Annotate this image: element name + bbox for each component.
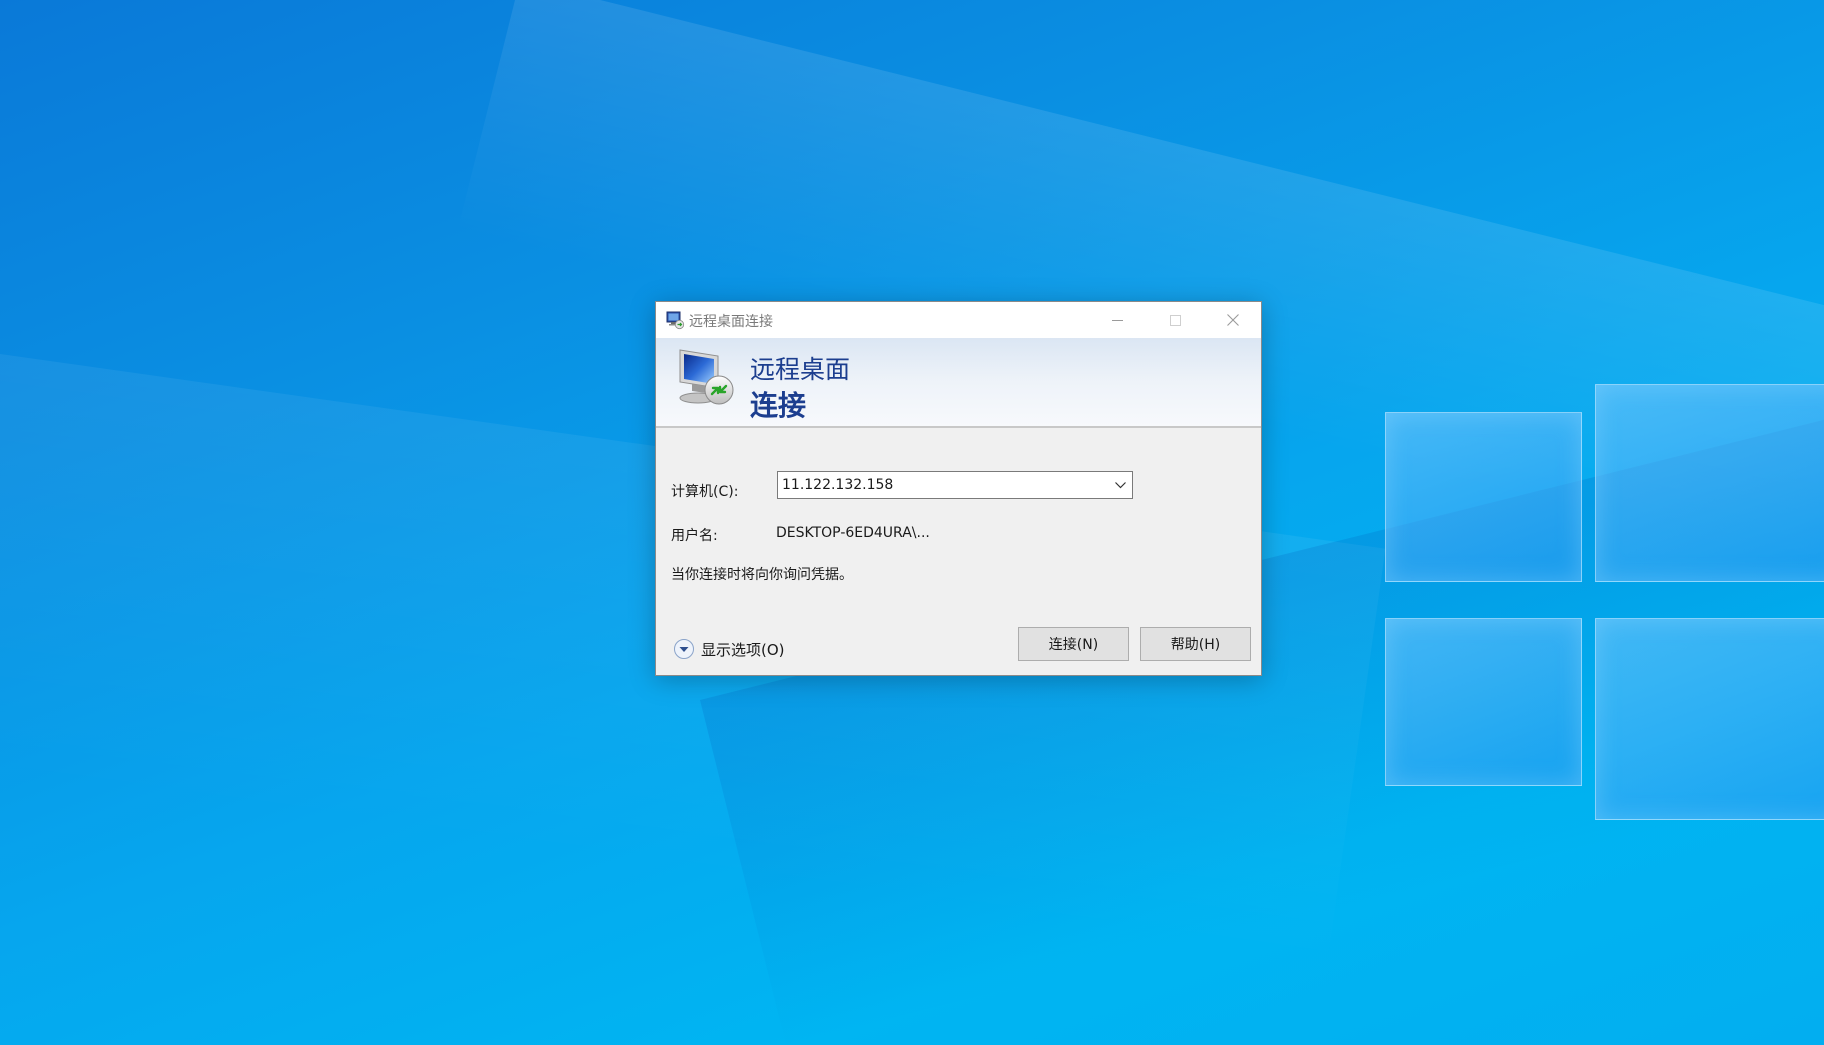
close-button[interactable] xyxy=(1210,302,1256,338)
windows-logo-pane xyxy=(1595,384,1824,582)
minimize-icon xyxy=(1111,319,1123,321)
minimize-button[interactable] xyxy=(1094,302,1140,338)
remote-desktop-monitor-icon xyxy=(679,349,734,405)
windows-logo-pane xyxy=(1595,618,1824,820)
remote-desktop-icon xyxy=(666,311,685,330)
username-value: DESKTOP-6ED4URA\... xyxy=(776,525,930,541)
desktop: 远程桌面连接 远程桌面 连接 计算机(C): 11.122.132.158 用户… xyxy=(0,0,1824,1045)
banner: 远程桌面 连接 xyxy=(656,338,1261,428)
credential-note: 当你连接时将向你询问凭据。 xyxy=(671,567,853,583)
chevron-down-icon xyxy=(1114,481,1126,488)
close-icon xyxy=(1227,314,1239,326)
maximize-icon xyxy=(1169,314,1181,326)
computer-input-value[interactable]: 11.122.132.158 xyxy=(782,477,893,493)
show-options-toggle[interactable]: 显示选项(O) xyxy=(673,637,785,661)
window-title: 远程桌面连接 xyxy=(689,314,773,330)
show-options-label[interactable]: 显示选项(O) xyxy=(701,639,785,660)
help-button[interactable]: 帮助(H) xyxy=(1140,627,1251,661)
connect-button[interactable]: 连接(N) xyxy=(1018,627,1129,661)
windows-logo-pane xyxy=(1385,412,1582,582)
windows-logo-pane xyxy=(1385,618,1582,786)
computer-dropdown-button[interactable] xyxy=(1109,473,1131,497)
title-bar[interactable]: 远程桌面连接 xyxy=(656,302,1261,338)
windows-logo-wallpaper xyxy=(1385,360,1824,830)
banner-title-line2: 连接 xyxy=(750,389,807,422)
remote-desktop-dialog: 远程桌面连接 远程桌面 连接 计算机(C): 11.122.132.158 用户… xyxy=(655,301,1262,676)
maximize-button[interactable] xyxy=(1152,302,1198,338)
computer-combobox[interactable]: 11.122.132.158 xyxy=(777,471,1133,499)
computer-label: 计算机(C): xyxy=(671,484,739,500)
expand-circle-icon xyxy=(674,639,694,659)
banner-title-line1: 远程桌面 xyxy=(750,355,851,384)
username-label: 用户名: xyxy=(671,528,718,544)
